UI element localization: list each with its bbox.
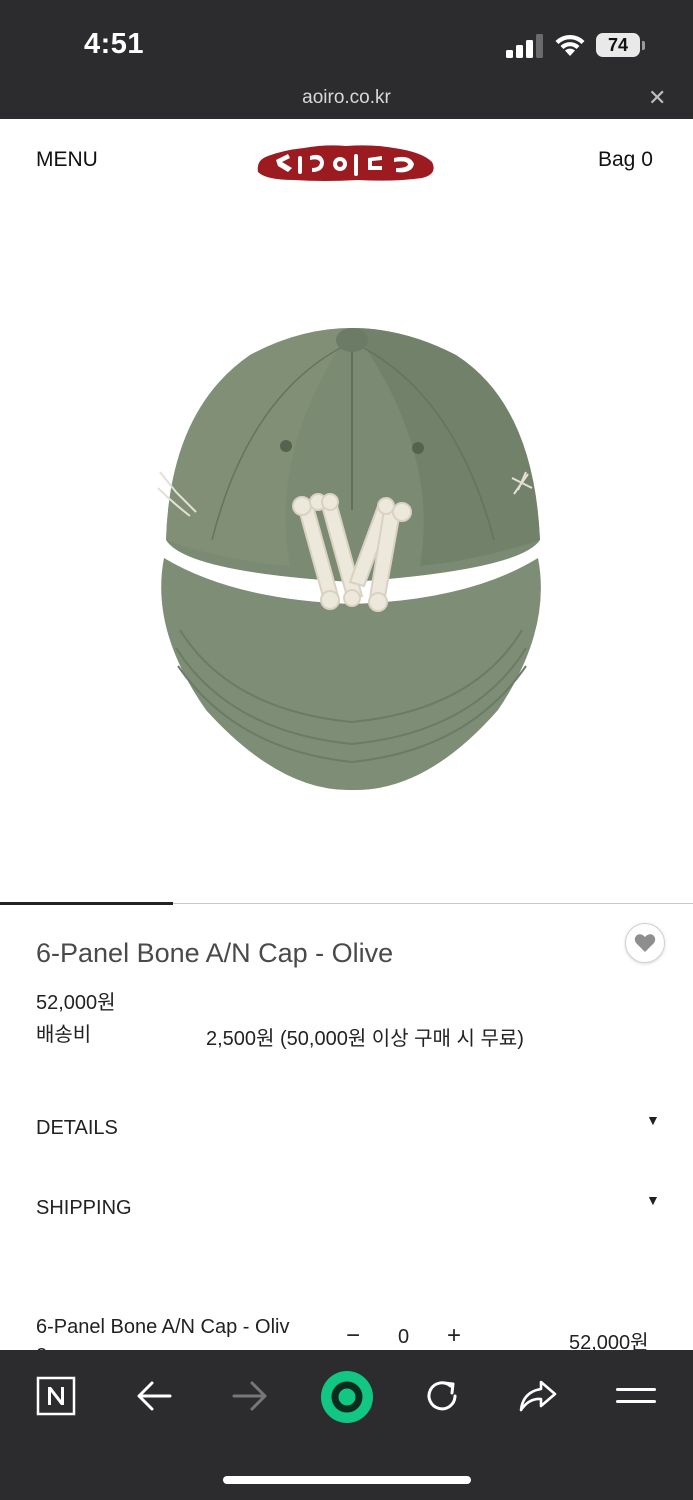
product-price: 52,000원 [36, 992, 116, 1014]
back-arrow-icon[interactable] [130, 1372, 178, 1420]
accordion-details[interactable]: DETAILS [36, 1117, 118, 1140]
wishlist-button[interactable] [625, 923, 665, 963]
quantity-minus-button[interactable]: − [346, 1322, 360, 1350]
status-bar: 4:51 74 [0, 0, 693, 82]
accordion-shipping[interactable]: SHIPPING [36, 1197, 132, 1220]
gallery-progress-fill [0, 902, 173, 905]
battery-icon: 74 [596, 33, 646, 59]
shipping-label: 배송비 [36, 1024, 92, 1046]
green-dot-icon[interactable] [320, 1370, 374, 1424]
home-indicator [223, 1476, 471, 1484]
triangle-down-icon[interactable]: ▼ [646, 1192, 660, 1208]
status-time: 4:51 [84, 28, 145, 60]
wifi-icon [555, 34, 585, 56]
quantity-value: 0 [398, 1326, 410, 1348]
quantity-plus-button[interactable]: + [447, 1322, 461, 1350]
triangle-down-icon[interactable]: ▼ [646, 1112, 660, 1128]
share-icon[interactable] [514, 1372, 562, 1420]
browser-toolbar [0, 1350, 693, 1500]
battery-level: 74 [596, 33, 640, 57]
close-icon[interactable]: ✕ [648, 85, 666, 111]
url-bar[interactable]: aoiro.co.kr ✕ [0, 82, 693, 119]
forward-arrow-icon[interactable] [226, 1372, 274, 1420]
brand-logo[interactable] [254, 134, 438, 186]
menu-button[interactable]: MENU [36, 148, 98, 172]
product-image[interactable] [0, 210, 693, 900]
hamburger-menu-icon[interactable] [612, 1372, 660, 1420]
option-name: 6-Panel Bone A/N Cap - Oliv [36, 1316, 290, 1338]
naver-n-icon[interactable] [32, 1372, 80, 1420]
heart-icon [634, 934, 656, 952]
reload-icon[interactable] [418, 1372, 466, 1420]
product-title: 6-Panel Bone A/N Cap - Olive [36, 938, 394, 968]
cellular-signal-icon [506, 34, 543, 58]
shipping-value: 2,500원 (50,000원 이상 구매 시 무료) [206, 1028, 524, 1050]
url-text[interactable]: aoiro.co.kr [0, 87, 693, 109]
bag-button[interactable]: Bag 0 [598, 148, 653, 172]
